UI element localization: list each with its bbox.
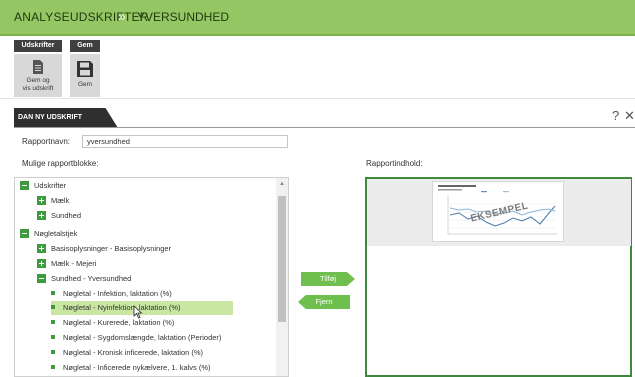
tree-item-sundhed-yversundhed[interactable]: Sundhed - Yversundhed: [37, 272, 131, 286]
report-name-input[interactable]: [82, 135, 288, 148]
collapse-icon[interactable]: [20, 228, 29, 238]
tree-item-udskrifter[interactable]: Udskrifter: [20, 179, 66, 193]
toolbar-divider: [0, 98, 635, 99]
tree-item-maelk-mejeri[interactable]: Mælk - Mejeri: [37, 257, 96, 271]
tree-item-kronisk[interactable]: Nøgletal - Kronisk inficerede, laktation…: [51, 346, 203, 360]
collapse-icon[interactable]: [20, 180, 29, 190]
report-name-label: Rapportnavn:: [22, 137, 71, 146]
help-icon[interactable]: ?: [612, 108, 619, 123]
save-and-show-report-button[interactable]: Gem og vis udskrift: [14, 54, 62, 97]
tree-item-maelk[interactable]: Mælk: [37, 194, 69, 208]
tree-item-nykaelvere[interactable]: Nøgletal - Inficerede nykælvere, 1. kalv…: [51, 361, 211, 375]
bullet-icon: [51, 350, 55, 355]
available-blocks-tree[interactable]: Udskrifter Mælk Sundhed Nøgletalstjek Ba…: [14, 177, 289, 377]
save-button[interactable]: Gem: [70, 54, 100, 97]
tree-item-noegletalstjek[interactable]: Nøgletalstjek: [20, 227, 77, 241]
breadcrumb-yversundhed: YVERSUNDHED: [137, 10, 230, 24]
save-and-show-label-line2: vis udskrift: [22, 84, 54, 92]
toolbar-group-udskrifter: Udskrifter: [14, 40, 62, 52]
bullet-icon: [51, 335, 55, 340]
expand-icon[interactable]: [37, 210, 46, 220]
remove-block-button[interactable]: Fjern: [298, 295, 350, 309]
tree-item-sygdomslaengde[interactable]: Nøgletal - Sygdomslængde, laktation (Per…: [51, 331, 221, 345]
save-label: Gem: [77, 81, 93, 88]
scroll-up-icon[interactable]: ▲: [279, 181, 285, 187]
bullet-icon: [51, 320, 55, 325]
toolbar-group-gem: Gem: [70, 40, 100, 52]
available-blocks-label: Mulige rapportblokke:: [22, 159, 99, 168]
expand-icon[interactable]: [37, 195, 46, 205]
tab-dan-ny-udskrift[interactable]: DAN NY UDSKRIFT: [14, 108, 118, 128]
document-icon: [33, 60, 43, 74]
report-content-label: Rapportindhold:: [366, 159, 423, 168]
expand-icon[interactable]: [37, 243, 46, 253]
mouse-cursor-icon: [133, 305, 143, 319]
collapse-icon[interactable]: [37, 273, 46, 283]
tree-scrollbar-thumb[interactable]: [278, 196, 286, 322]
tree-item-kurerede[interactable]: Nøgletal - Kurerede, laktation (%): [51, 316, 174, 330]
tree-item-infektion[interactable]: Nøgletal - Infektion, laktation (%): [51, 287, 172, 301]
tree-item-sundhed[interactable]: Sundhed: [37, 209, 81, 223]
section-divider: [14, 127, 635, 128]
close-icon[interactable]: ✕: [624, 108, 635, 124]
tree-item-basisoplysninger[interactable]: Basisoplysninger - Basisoplysninger: [37, 242, 171, 256]
bullet-icon: [51, 291, 55, 296]
bullet-icon: [51, 365, 55, 370]
floppy-disk-icon: [77, 61, 93, 77]
expand-icon[interactable]: [37, 258, 46, 268]
breadcrumb-analyseudskrifter[interactable]: ANALYSEUDSKRIFTER: [14, 10, 149, 24]
breadcrumb-separator: »: [118, 8, 126, 24]
save-and-show-label-line1: Gem og: [26, 77, 50, 84]
bullet-icon: [51, 305, 55, 310]
add-block-button[interactable]: Tilføj: [301, 272, 355, 286]
